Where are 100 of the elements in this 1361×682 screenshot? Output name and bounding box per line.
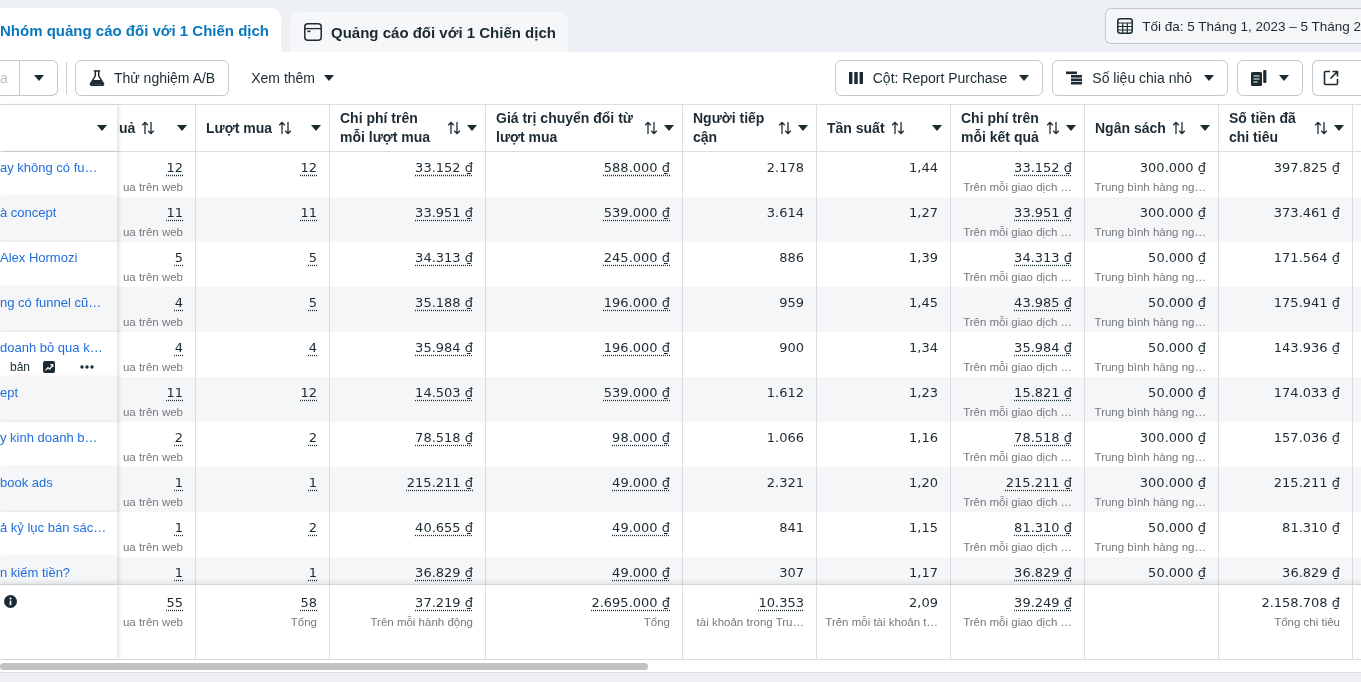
cell-value[interactable]: 40.655 ₫ (415, 518, 473, 538)
cell-value[interactable]: 1 (174, 473, 183, 493)
cell-value: 50.000 ₫ (1148, 519, 1206, 537)
cell-value[interactable]: 4 (174, 293, 183, 313)
more-icon[interactable] (80, 365, 95, 369)
cell-value[interactable]: 35.188 ₫ (415, 293, 473, 313)
cell-value[interactable]: 34.313 ₫ (1014, 248, 1072, 268)
cell-value[interactable]: 1 (174, 518, 183, 538)
cell-value[interactable]: 12 (300, 158, 317, 178)
total-value: 2,09 (909, 594, 938, 612)
column-header[interactable]: Giá trị chuyển đổi từ lượt mua (486, 105, 683, 151)
cell-value: 215.211 ₫ (1273, 474, 1340, 492)
cell-value[interactable]: 2 (308, 428, 317, 448)
cell-value[interactable]: 1 (308, 473, 317, 493)
name-link[interactable]: y kinh doanh b… (0, 428, 98, 448)
name-link[interactable]: n kiếm tiền? (0, 563, 71, 583)
name-link[interactable]: doanh bỏ qua k… (0, 338, 103, 358)
export-button[interactable] (1312, 60, 1361, 96)
caret-icon[interactable] (97, 125, 107, 131)
cell-value[interactable]: 43.985 ₫ (1014, 293, 1072, 313)
cell-value[interactable]: 33.951 ₫ (1014, 203, 1072, 223)
column-header[interactable]: Người tiếp cận (683, 105, 817, 151)
reports-button[interactable] (1237, 60, 1303, 96)
cell-note: Trên mỗi giao dịch … (963, 180, 1072, 195)
total-value[interactable]: 39.249 ₫ (1014, 593, 1072, 613)
name-link[interactable]: Alex Hormozi (0, 248, 78, 268)
menu-button[interactable]: Số liệu chia nhỏ (1052, 60, 1228, 96)
cell-value[interactable]: 196.000 ₫ (603, 338, 670, 358)
name-link[interactable]: ept (0, 383, 19, 403)
cell-value[interactable]: 5 (308, 293, 317, 313)
total-value[interactable]: 58 (300, 593, 317, 613)
total-value[interactable]: 2.695.000 ₫ (591, 593, 670, 613)
cell-value[interactable]: 14.503 ₫ (415, 383, 473, 403)
cell-value[interactable]: 4 (308, 338, 317, 358)
tab[interactable]: Nhóm quảng cáo đối với 1 Chiến dịch (0, 8, 282, 52)
cell-value[interactable]: 34.313 ₫ (415, 248, 473, 268)
cell-value[interactable]: 78.518 ₫ (1014, 428, 1072, 448)
cell-value[interactable]: 215.211 ₫ (406, 473, 473, 493)
cell-value[interactable]: 1 (308, 563, 317, 583)
date-range-button[interactable]: Tối đa: 5 Tháng 1, 2023 – 5 Tháng 2 (1105, 8, 1361, 44)
action-link[interactable]: bản (10, 359, 31, 375)
cell-value[interactable]: 49.000 ₫ (612, 473, 670, 493)
column-header[interactable]: Tần suất (817, 105, 951, 151)
cell-value[interactable]: 33.152 ₫ (415, 158, 473, 178)
total-value[interactable]: 10.353 (758, 593, 804, 613)
cell-value[interactable]: 49.000 ₫ (612, 563, 670, 583)
cell-value: 3.614 (766, 204, 804, 222)
cell-value[interactable]: 196.000 ₫ (603, 293, 670, 313)
cell-value[interactable]: 2 (308, 518, 317, 538)
cell-value: 50.000 ₫ (1148, 339, 1206, 357)
cell-value[interactable]: 588.000 ₫ (603, 158, 670, 178)
scrollbar[interactable] (0, 663, 648, 670)
caret-icon (932, 125, 942, 131)
cell-value[interactable]: 35.984 ₫ (415, 338, 473, 358)
column-header[interactable]: Số tiền đã chi tiêu (1219, 105, 1353, 151)
caret-icon (1019, 75, 1030, 81)
cell-value[interactable]: 15.821 ₫ (1014, 383, 1072, 403)
cell-value[interactable]: 49.000 ₫ (612, 518, 670, 538)
name-link[interactable]: à concept (0, 203, 57, 223)
chart-icon[interactable] (43, 361, 56, 373)
name-link[interactable]: book ads (0, 473, 53, 493)
info-icon[interactable] (4, 595, 17, 608)
cell-value[interactable]: 539.000 ₫ (603, 383, 670, 403)
name-link[interactable]: ả kỷ lục bán sác… (0, 518, 107, 538)
name-link[interactable]: ay không có fu… (0, 158, 98, 178)
cell-value[interactable]: 11 (166, 383, 183, 403)
cell-value[interactable]: 12 (300, 383, 317, 403)
cell-value[interactable]: 78.518 ₫ (415, 428, 473, 448)
cell-value[interactable]: 5 (174, 248, 183, 268)
tab[interactable]: Quảng cáo đối với 1 Chiến dịch (290, 12, 568, 52)
name-link[interactable]: ng có funnel cũ… (0, 293, 102, 313)
cell-value: 2.178 (766, 159, 804, 177)
column-header[interactable]: Chi phí trên mỗi lượt mua (330, 105, 486, 151)
cell-value[interactable]: 4 (174, 338, 183, 358)
cell-value[interactable]: 36.829 ₫ (1014, 563, 1072, 583)
cell-value[interactable]: 33.951 ₫ (415, 203, 473, 223)
column-header[interactable]: Chi phí trên mỗi kết quả (951, 105, 1085, 151)
cell-value[interactable]: 5 (308, 248, 317, 268)
cell-value[interactable]: 1 (174, 563, 183, 583)
cell-value[interactable]: 11 (166, 203, 183, 223)
cell-value[interactable]: 2 (174, 428, 183, 448)
column-header[interactable]: uả (117, 105, 196, 151)
cell-value[interactable]: 245.000 ₫ (603, 248, 670, 268)
menu-button[interactable]: Cột: Report Purchase (834, 60, 1044, 96)
total-value[interactable]: 55 (166, 593, 183, 613)
cell-value[interactable]: 98.000 ₫ (612, 428, 670, 448)
cell-value[interactable]: 215.211 ₫ (1005, 473, 1072, 493)
cell-value[interactable]: 35.984 ₫ (1014, 338, 1072, 358)
total-value[interactable]: 37.219 ₫ (415, 593, 473, 613)
cell-value[interactable]: 33.152 ₫ (1014, 158, 1072, 178)
cell-note: Trung bình hàng ng… (1094, 180, 1206, 195)
column-header[interactable]: Ngân sách (1085, 105, 1219, 151)
cell-value[interactable]: 81.310 ₫ (1014, 518, 1072, 538)
ab-test-button[interactable]: Thử nghiệm A/B (75, 60, 230, 96)
cell-note: Trên mỗi giao dịch … (963, 360, 1072, 375)
cell-value[interactable]: 12 (166, 158, 183, 178)
cell-value[interactable]: 539.000 ₫ (603, 203, 670, 223)
cell-value[interactable]: 36.829 ₫ (415, 563, 473, 583)
cell-value[interactable]: 11 (300, 203, 317, 223)
column-header[interactable]: Lượt mua (196, 105, 330, 151)
